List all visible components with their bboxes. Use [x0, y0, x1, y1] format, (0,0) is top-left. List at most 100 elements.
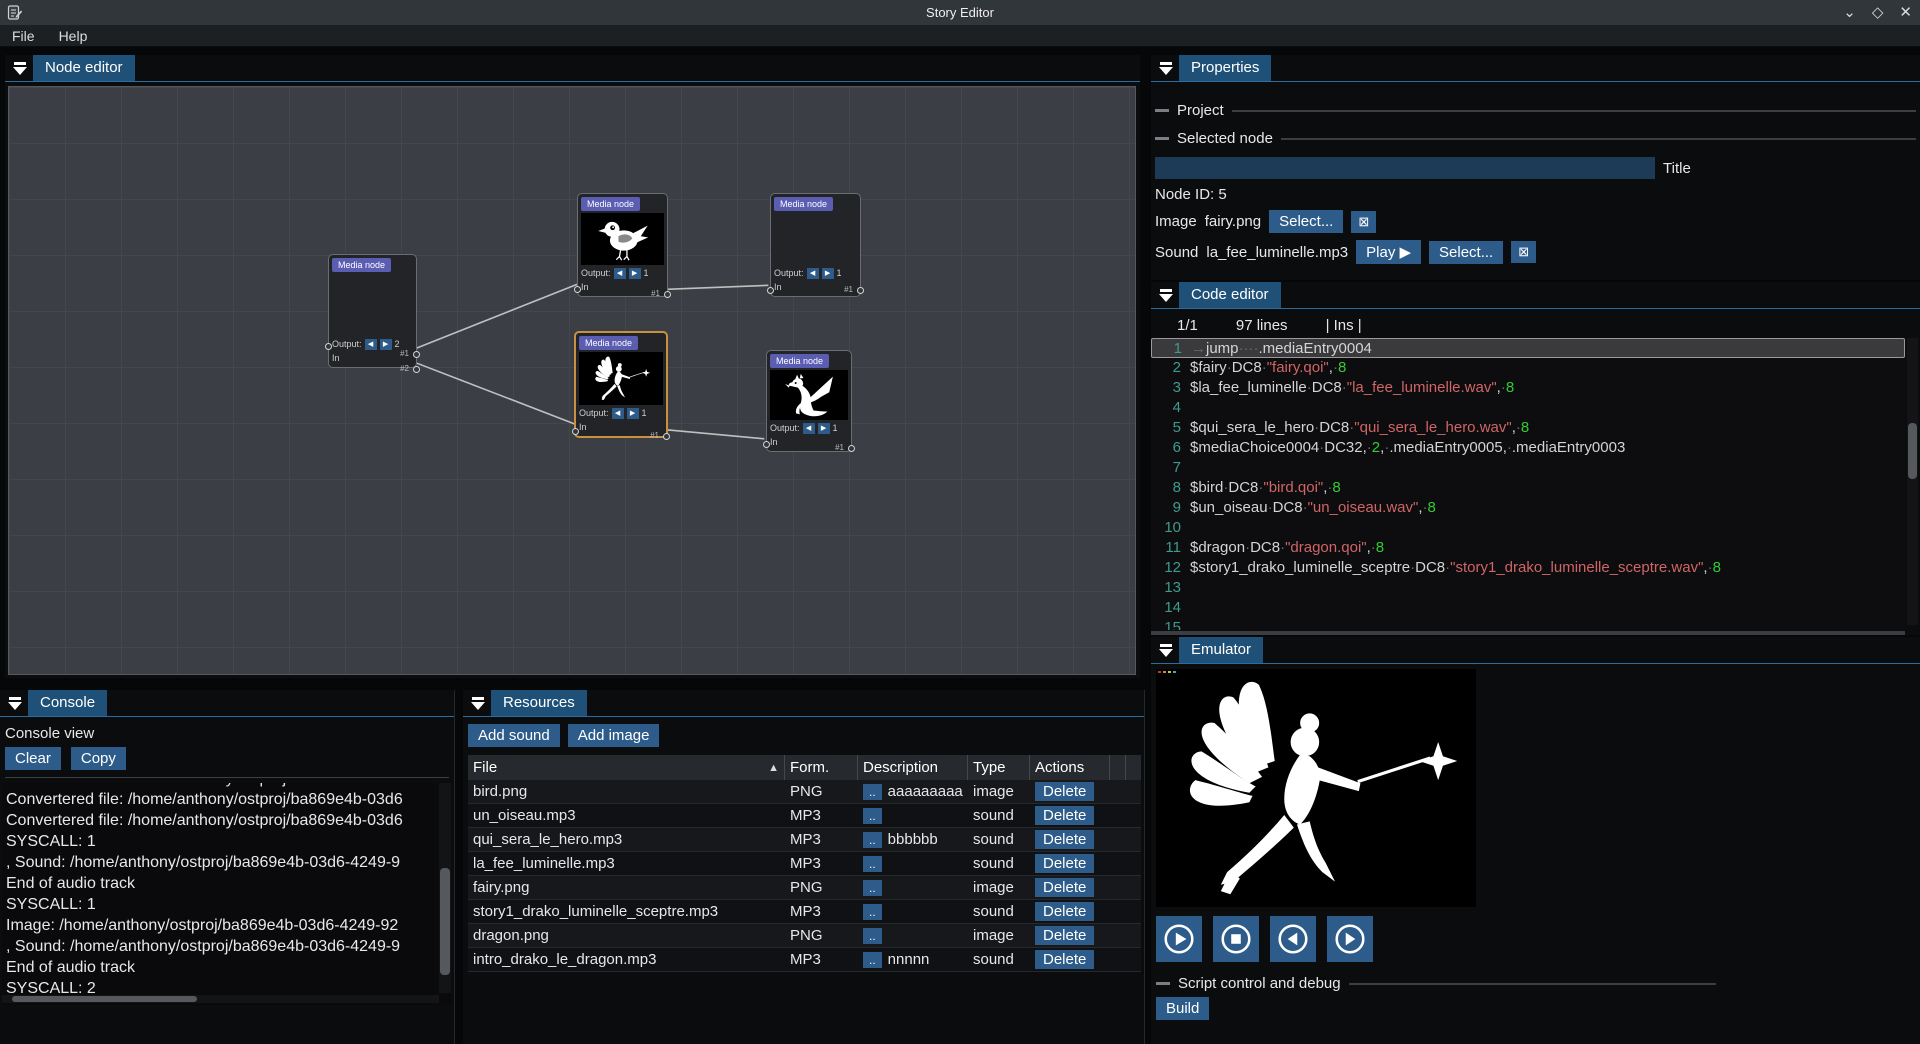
input-port[interactable] — [572, 428, 579, 435]
collapse-panel-button[interactable] — [9, 57, 31, 79]
table-row[interactable]: dragon.pngPNG..imageDelete — [468, 924, 1141, 948]
console-horizontal-scrollbar[interactable] — [2, 995, 439, 1003]
output-decrement-button[interactable]: ◀ — [612, 408, 624, 419]
delete-button[interactable]: Delete — [1035, 950, 1094, 969]
column-type[interactable]: Type — [968, 755, 1030, 780]
output-decrement-button[interactable]: ◀ — [803, 423, 815, 434]
add-sound-button[interactable]: Add sound — [468, 724, 560, 747]
collapse-panel-button[interactable] — [1155, 284, 1177, 306]
graph-node-dragon[interactable]: Media nodeOutput:◀▶1In#1 — [766, 350, 852, 452]
copy-button[interactable]: Copy — [71, 747, 126, 770]
collapse-panel-button[interactable] — [4, 692, 26, 714]
scrollbar-thumb[interactable] — [440, 868, 450, 975]
delete-button[interactable]: Delete — [1035, 878, 1094, 897]
output-port[interactable] — [413, 366, 420, 373]
tab-emulator[interactable]: Emulator — [1179, 637, 1263, 663]
output-increment-button[interactable]: ▶ — [818, 423, 830, 434]
input-port[interactable] — [767, 287, 774, 294]
code-line[interactable]: 12$story1_drako_luminelle_sceptre·DC8·"s… — [1151, 558, 1905, 578]
code-line[interactable]: 8$bird·DC8·"bird.qoi",·8 — [1151, 478, 1905, 498]
table-row[interactable]: un_oiseau.mp3MP3..soundDelete — [468, 804, 1141, 828]
collapse-panel-button[interactable] — [467, 692, 489, 714]
input-port[interactable] — [325, 343, 332, 350]
build-button[interactable]: Build — [1156, 997, 1209, 1020]
column-actions[interactable]: Actions — [1030, 755, 1110, 780]
output-port[interactable] — [663, 433, 670, 440]
tab-resources[interactable]: Resources — [491, 690, 587, 716]
tab-code-editor[interactable]: Code editor — [1179, 282, 1281, 308]
code-line[interactable]: 5$qui_sera_le_hero·DC8·"qui_sera_le_hero… — [1151, 418, 1905, 438]
input-port[interactable] — [574, 286, 581, 293]
delete-button[interactable]: Delete — [1035, 782, 1094, 801]
collapse-panel-button[interactable] — [1155, 639, 1177, 661]
output-port[interactable] — [664, 291, 671, 298]
output-increment-button[interactable]: ▶ — [822, 268, 834, 279]
table-row[interactable]: intro_drako_le_dragon.mp3MP3..nnnnnsound… — [468, 948, 1141, 972]
console-output[interactable]: Convertered file: /home/anthony/ostproj/… — [2, 783, 451, 1005]
code-vertical-scrollbar[interactable] — [1907, 338, 1918, 625]
input-port[interactable] — [763, 441, 770, 448]
output-port[interactable] — [857, 287, 864, 294]
column-format[interactable]: Form. — [785, 755, 858, 780]
output-decrement-button[interactable]: ◀ — [365, 339, 377, 350]
edit-description-button[interactable]: .. — [863, 928, 882, 944]
output-increment-button[interactable]: ▶ — [380, 339, 392, 350]
code-line[interactable]: 10 — [1151, 518, 1905, 538]
edit-description-button[interactable]: .. — [863, 808, 882, 824]
code-line[interactable]: 4 — [1151, 398, 1905, 418]
edit-description-button[interactable]: .. — [863, 904, 882, 920]
sound-play-button[interactable]: Play ▶ — [1356, 240, 1421, 264]
graph-node-bird[interactable]: Media nodeOutput:◀▶1In#1 — [577, 193, 668, 297]
add-image-button[interactable]: Add image — [568, 724, 660, 747]
edit-description-button[interactable]: .. — [863, 784, 882, 800]
output-port[interactable] — [413, 351, 420, 358]
menu-file[interactable]: File — [0, 25, 47, 47]
graph-node-fairy[interactable]: Media nodeOutput:◀▶1In#1 — [574, 331, 668, 438]
sound-select-button[interactable]: Select... — [1429, 241, 1503, 264]
code-line[interactable]: 2$fairy·DC8·"fairy.qoi",·8 — [1151, 358, 1905, 378]
code-line[interactable]: 11$dragon·DC8·"dragon.qoi",·8 — [1151, 538, 1905, 558]
code-line[interactable]: 6$mediaChoice0004·DC32,·2,·.mediaEntry00… — [1151, 438, 1905, 458]
edit-description-button[interactable]: .. — [863, 856, 882, 872]
edit-description-button[interactable]: .. — [863, 880, 882, 896]
scrollbar-thumb[interactable] — [1908, 423, 1917, 479]
code-line[interactable]: 3$la_fee_luminelle·DC8·"la_fee_luminelle… — [1151, 378, 1905, 398]
close-button[interactable]: ✕ — [1899, 0, 1912, 25]
maximize-button[interactable]: ◇ — [1872, 0, 1884, 25]
collapse-panel-button[interactable] — [1155, 57, 1177, 79]
code-line[interactable]: 1→jump····.mediaEntry0004 — [1151, 338, 1905, 358]
code-line[interactable]: 7 — [1151, 458, 1905, 478]
table-row[interactable]: fairy.pngPNG..imageDelete — [468, 876, 1141, 900]
output-increment-button[interactable]: ▶ — [629, 268, 641, 279]
delete-button[interactable]: Delete — [1035, 902, 1094, 921]
output-decrement-button[interactable]: ◀ — [614, 268, 626, 279]
clear-button[interactable]: Clear — [5, 747, 61, 770]
edit-description-button[interactable]: .. — [863, 832, 882, 848]
play-button[interactable] — [1156, 916, 1202, 962]
menu-help[interactable]: Help — [47, 25, 100, 47]
image-select-button[interactable]: Select... — [1269, 210, 1343, 233]
console-vertical-scrollbar[interactable] — [439, 783, 451, 993]
edit-description-button[interactable]: .. — [863, 952, 882, 968]
code-text-area[interactable]: 1→jump····.mediaEntry00042$fairy·DC8·"fa… — [1151, 338, 1905, 630]
back-button[interactable] — [1270, 916, 1316, 962]
table-row[interactable]: bird.pngPNG..aaaaaaaaaimageDelete — [468, 780, 1141, 804]
delete-button[interactable]: Delete — [1035, 806, 1094, 825]
code-line[interactable]: 15 — [1151, 618, 1905, 630]
graph-node-choice[interactable]: Media nodeOutput:◀▶1In#1 — [770, 193, 861, 297]
graph-node-entry[interactable]: Media nodeOutput:◀▶2In#1#2 — [328, 254, 417, 368]
table-row[interactable]: la_fee_luminelle.mp3MP3..soundDelete — [468, 852, 1141, 876]
output-increment-button[interactable]: ▶ — [627, 408, 639, 419]
code-line[interactable]: 14 — [1151, 598, 1905, 618]
minimize-button[interactable]: ⌄ — [1843, 0, 1856, 25]
code-line[interactable]: 13 — [1151, 578, 1905, 598]
tab-node-editor[interactable]: Node editor — [33, 55, 135, 81]
tab-properties[interactable]: Properties — [1179, 55, 1271, 81]
column-file[interactable]: File▲ — [468, 755, 785, 780]
tab-console[interactable]: Console — [28, 690, 107, 716]
image-clear-button[interactable]: ⊠ — [1351, 211, 1376, 233]
column-description[interactable]: Description — [858, 755, 968, 780]
node-title-input[interactable] — [1155, 157, 1655, 179]
table-row[interactable]: qui_sera_le_hero.mp3MP3..bbbbbbsoundDele… — [468, 828, 1141, 852]
sound-clear-button[interactable]: ⊠ — [1511, 241, 1536, 263]
